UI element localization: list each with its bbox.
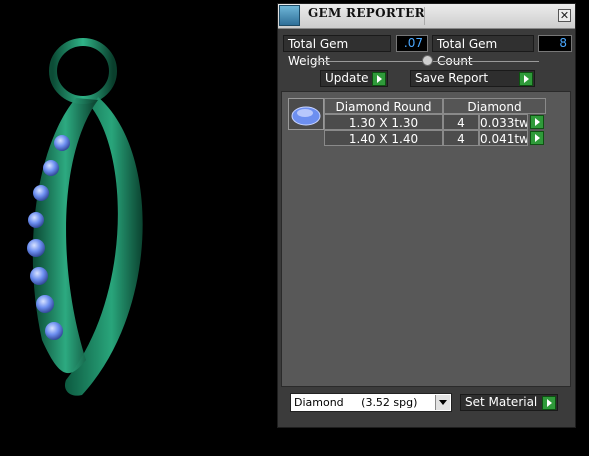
total-gem-weight-value: .07	[396, 35, 428, 52]
panel-slider-knob[interactable]	[422, 55, 433, 66]
gem-count: 4	[443, 130, 479, 146]
play-arrow-icon	[542, 396, 556, 410]
gem-reporter-icon	[279, 5, 300, 26]
total-gem-count-value: 8	[538, 35, 572, 52]
update-button[interactable]: Update	[320, 70, 388, 87]
save-report-button[interactable]: Save Report	[410, 70, 535, 87]
3d-viewport[interactable]	[0, 0, 275, 453]
set-material-button[interactable]: Set Material	[460, 394, 558, 411]
play-arrow-icon	[519, 72, 533, 86]
gem-count: 4	[443, 114, 479, 130]
material-select-value: Diamond (3.52 spg)	[294, 396, 418, 409]
gem-reporter-panel: GEM REPORTER ✕ Total Gem Weight .07 Tota…	[277, 3, 576, 428]
report-area: Diamond Round Diamond 1.30 X 1.30 4 0.03…	[281, 91, 571, 387]
play-arrow-icon[interactable]	[530, 131, 544, 145]
header-material: Diamond	[443, 98, 546, 114]
save-report-button-label: Save Report	[415, 71, 489, 85]
update-button-label: Update	[325, 71, 369, 85]
window-title: GEM REPORTER	[308, 6, 425, 20]
bail-ring	[49, 38, 117, 104]
dropdown-arrow-icon[interactable]	[435, 395, 450, 410]
total-gem-count-label: Total Gem Count	[432, 35, 534, 68]
gem-weight: 0.033tw	[479, 114, 528, 130]
close-icon[interactable]: ✕	[558, 9, 571, 22]
set-material-button-label: Set Material	[465, 395, 538, 409]
play-arrow-icon[interactable]	[530, 115, 544, 129]
play-arrow-icon	[372, 72, 386, 86]
diamond-thumbnail-icon[interactable]	[288, 98, 324, 130]
title-divider	[424, 7, 425, 25]
gem-size: 1.40 X 1.40	[324, 130, 443, 146]
pendant-render	[27, 38, 143, 396]
gem-weight: 0.041tw	[479, 130, 528, 146]
header-shape: Diamond Round	[324, 98, 443, 114]
total-gem-weight-label: Total Gem Weight	[283, 35, 391, 68]
gem-size: 1.30 X 1.30	[324, 114, 443, 130]
title-bar[interactable]: GEM REPORTER ✕	[278, 4, 575, 29]
material-select[interactable]: Diamond (3.52 spg)	[290, 393, 452, 412]
